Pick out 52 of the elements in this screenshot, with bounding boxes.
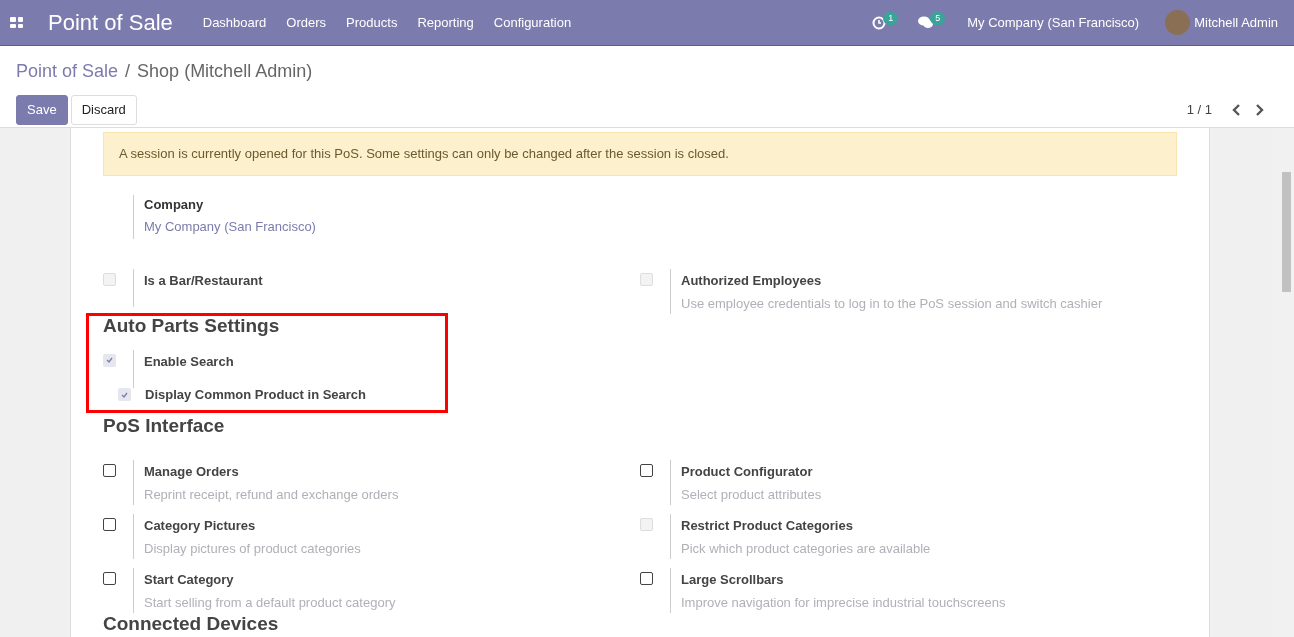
check-icon [106,357,113,363]
setting-description: Reprint receipt, refund and exchange orders [144,486,399,504]
setting-description: Display pictures of product categories [144,540,361,558]
section-title: Auto Parts Settings [103,314,281,337]
setting-label: Restrict Product Categories [681,516,854,535]
save-button[interactable]: Save [16,95,68,125]
setting-label: Enable Search [144,352,234,371]
checkbox[interactable] [103,571,116,585]
field-label: Company [144,195,205,214]
section-title: PoS Interface [103,414,226,437]
user-menu[interactable]: Mitchell Admin [1165,10,1278,35]
chat-bubbles-icon [918,16,934,29]
discard-button[interactable]: Discard [70,95,137,125]
setting-description: Pick which product categories are available [681,540,931,558]
activity-button[interactable]: 1 [872,15,899,30]
checkbox[interactable] [640,571,653,585]
apps-menu-icon[interactable] [10,17,23,28]
count-badge: 5 [930,12,946,25]
setting-label: Is a Bar/Restaurant [144,271,263,290]
avatar [1165,10,1191,35]
breadcrumb-current: Shop (Mitchell Admin) [137,60,313,83]
menu-item[interactable]: Reporting [417,12,474,33]
company-switcher[interactable]: My Company (San Francisco) [967,12,1140,33]
setting-label: Manage Orders [144,462,240,481]
setting-label: Product Configurator [681,462,814,481]
pager-value: 1 / 1 [1186,101,1212,120]
next-icon[interactable] [1255,104,1264,116]
menu-item[interactable]: Products [346,12,398,33]
setting-description: Start selling from a default product category [144,594,396,612]
setting-label: Display Common Product in Search [145,385,367,404]
menu-item[interactable]: Configuration [493,12,572,33]
setting-label: Authorized Employees [681,271,823,290]
menu-item[interactable]: Dashboard [202,12,267,33]
setting-label: Start Category [144,570,235,589]
clock-icon [872,15,887,30]
company-link[interactable]: My Company (San Francisco) [144,217,1177,237]
setting-description: Improve navigation for imprecise industrial touchscreens [681,594,1006,612]
menu-item[interactable]: Orders [286,12,327,33]
count-badge: 1 [883,12,899,25]
section-title: Connected Devices [103,612,280,635]
checkbox[interactable] [640,463,653,477]
app-title: Point of Sale [48,9,173,37]
setting-label: Large Scrollbars [681,570,785,589]
setting-description: Use employee credentials to log in to the PoS session and switch cashier [681,295,1103,313]
breadcrumb-separator: / [125,60,131,83]
setting-label: Category Pictures [144,516,257,535]
breadcrumb-link[interactable]: Point of Sale [16,58,119,85]
warning-alert: A session is currently opened for this PoS. Some settings can only be changed after the session is closed. [103,132,1177,176]
checkbox[interactable] [103,463,116,477]
checkbox[interactable] [103,517,116,531]
previous-icon[interactable] [1232,104,1241,116]
setting-description: Select product attributes [681,486,822,504]
